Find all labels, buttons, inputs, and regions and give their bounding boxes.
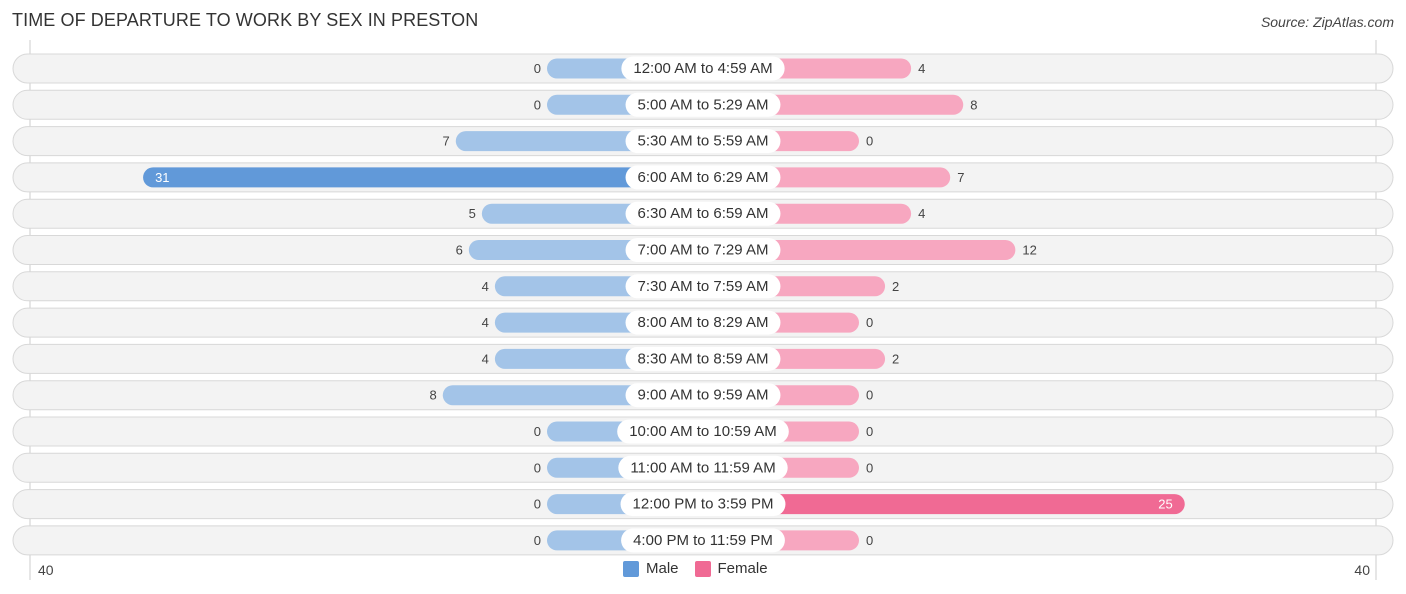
female-value-label: 0 — [866, 388, 873, 403]
male-value-label: 0 — [534, 533, 541, 548]
female-value-label: 12 — [1022, 243, 1036, 258]
female-value-label: 4 — [918, 61, 925, 76]
chart-plot: 0 4 12:00 AM to 4:59 AM 0 8 5:00 AM to 5:29 A… — [12, 40, 1394, 580]
axis-tick-left: 40 — [38, 562, 54, 578]
chart-legend: Male Female — [623, 560, 784, 577]
male-value-label: 0 — [534, 460, 541, 475]
axis-tick-right: 40 — [1354, 562, 1370, 578]
category-label: 8:00 AM to 8:29 AM — [638, 314, 769, 331]
category-label: 5:00 AM to 5:29 AM — [638, 96, 769, 113]
male-value-label: 0 — [534, 61, 541, 76]
legend-item-female: Female — [694, 560, 768, 577]
category-label: 10:00 AM to 10:59 AM — [629, 423, 777, 440]
category-label: 9:00 AM to 9:59 AM — [638, 387, 769, 404]
category-label: 12:00 AM to 4:59 AM — [633, 60, 772, 77]
female-value-label: 0 — [866, 424, 873, 439]
category-label: 4:00 PM to 11:59 PM — [633, 532, 773, 549]
male-value-label: 0 — [534, 424, 541, 439]
female-value-label: 2 — [892, 279, 899, 294]
category-label: 7:30 AM to 7:59 AM — [638, 278, 769, 295]
male-value-label: 8 — [430, 388, 437, 403]
category-label: 11:00 AM to 11:59 AM — [630, 459, 775, 476]
category-label: 8:30 AM to 8:59 AM — [638, 350, 769, 367]
male-value-label: 0 — [534, 97, 541, 112]
male-value-label: 4 — [482, 279, 489, 294]
female-value-label: 25 — [1158, 497, 1172, 512]
category-label: 5:30 AM to 5:59 AM — [638, 133, 769, 150]
male-value-label: 31 — [155, 170, 169, 185]
male-value-label: 4 — [482, 315, 489, 330]
male-value-label: 5 — [469, 206, 476, 221]
female-value-label: 7 — [957, 170, 964, 185]
legend-label-male: Male — [646, 560, 679, 577]
female-value-label: 0 — [866, 315, 873, 330]
category-label: 7:00 AM to 7:29 AM — [638, 242, 769, 259]
female-value-label: 0 — [866, 134, 873, 149]
male-value-label: 4 — [482, 351, 489, 366]
category-label: 12:00 PM to 3:59 PM — [633, 496, 774, 513]
legend-swatch-female — [694, 560, 711, 577]
legend-swatch-male — [623, 560, 639, 577]
male-bar — [143, 167, 703, 188]
female-value-label: 0 — [866, 460, 873, 475]
category-label: 6:30 AM to 6:59 AM — [638, 205, 769, 222]
male-value-label: 7 — [443, 134, 450, 149]
legend-item-male: Male — [623, 560, 679, 577]
category-label: 6:00 AM to 6:29 AM — [638, 169, 769, 186]
female-value-label: 0 — [866, 533, 873, 548]
female-value-label: 8 — [970, 97, 977, 112]
male-value-label: 6 — [456, 243, 463, 258]
female-value-label: 4 — [918, 206, 925, 221]
legend-label-female: Female — [717, 560, 768, 577]
male-value-label: 0 — [534, 497, 541, 512]
female-value-label: 2 — [892, 351, 899, 366]
